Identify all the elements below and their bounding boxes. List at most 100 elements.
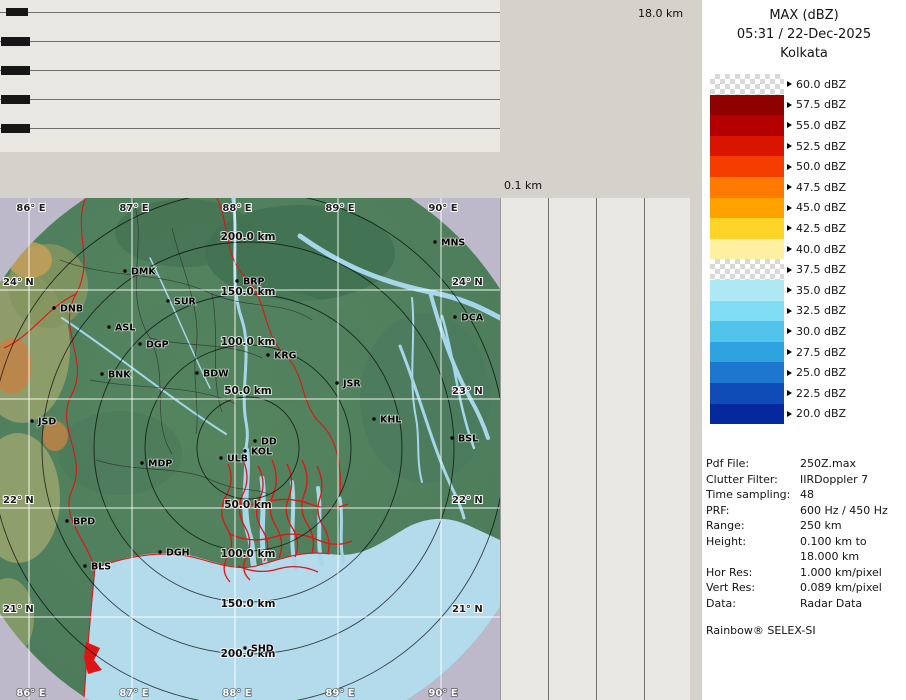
station-label: DMK	[131, 267, 156, 278]
software-credit: Rainbow® SELEX-SI	[706, 624, 816, 637]
range-ring-label: 100.0 km	[221, 336, 276, 348]
dbz-scale: 60.0 dBZ 57.5 dBZ 55.0 dBZ 52.5 dBZ 50.0 dBZ…	[710, 74, 846, 424]
station-dot	[253, 439, 256, 442]
dbz-swatch	[710, 115, 784, 136]
dbz-swatch	[710, 177, 784, 198]
radar-map: 86° E86° E87° E87° E88° E88° E89° E89° E…	[0, 198, 500, 700]
lat-label-right: 23° N	[452, 386, 483, 397]
station-label: KRG	[274, 351, 297, 362]
tick-arrow-icon	[787, 122, 792, 128]
height-grid-line	[0, 70, 500, 71]
metadata-value: 1.000 km/pixel	[800, 565, 882, 581]
tick-arrow-icon	[787, 102, 792, 108]
dbz-swatch	[710, 280, 784, 301]
station-label: DGH	[166, 548, 190, 559]
metadata-row: Vert Res:0.089 km/pixel	[706, 580, 904, 596]
scale-row: 50.0 dBZ	[710, 156, 846, 177]
metadata-row: Pdf File:250Z.max	[706, 456, 904, 472]
scale-row: 22.5 dBZ	[710, 383, 846, 404]
tick-arrow-icon	[787, 267, 792, 273]
dbz-label: 27.5 dBZ	[796, 346, 846, 359]
scale-row: 42.5 dBZ	[710, 218, 846, 239]
dbz-label: 52.5 dBZ	[796, 140, 846, 153]
map-area: 86° E86° E87° E87° E88° E88° E89° E89° E…	[0, 198, 500, 700]
station-dot	[166, 299, 169, 302]
scale-row: 57.5 dBZ	[710, 95, 846, 116]
scale-row: 27.5 dBZ	[710, 342, 846, 363]
station-label: DNB	[60, 304, 83, 315]
legend-panel: MAX (dBZ) 05:31 / 22-Dec-2025 Kolkata 60…	[702, 0, 906, 700]
station-dot	[30, 419, 33, 422]
timestamp: 05:31 / 22-Dec-2025	[702, 25, 906, 44]
tick-arrow-icon	[787, 184, 792, 190]
metadata-label: Data:	[706, 596, 800, 612]
dbz-swatch	[710, 321, 784, 342]
dbz-swatch	[710, 239, 784, 260]
dbz-swatch	[710, 136, 784, 157]
metadata-label: Clutter Filter:	[706, 472, 800, 488]
metadata-label: Range:	[706, 518, 800, 534]
metadata-label: Hor Res:	[706, 565, 800, 581]
station-dot	[83, 564, 86, 567]
station-label: SUR	[174, 297, 197, 308]
metadata-row: Range:250 km	[706, 518, 904, 534]
station-dot	[219, 456, 222, 459]
lon-label-top: 88° E	[222, 203, 251, 214]
metadata-value: 250Z.max	[800, 456, 856, 472]
dbz-label: 55.0 dBZ	[796, 119, 846, 132]
station-label: BPD	[73, 517, 95, 528]
vertical-projection-panel-top	[0, 0, 500, 152]
station-label: KHL	[380, 415, 401, 426]
tick-arrow-icon	[787, 143, 792, 149]
dbz-swatch	[710, 362, 784, 383]
dbz-swatch	[710, 404, 784, 425]
station-label: MNS	[441, 238, 465, 249]
tick-arrow-icon	[787, 308, 792, 314]
station-label: ASL	[115, 323, 135, 334]
height-grid-line	[0, 41, 500, 42]
station-dot	[140, 461, 143, 464]
scale-row: 35.0 dBZ	[710, 280, 846, 301]
scale-row: 25.0 dBZ	[710, 362, 846, 383]
tick-arrow-icon	[787, 225, 792, 231]
metadata-row: PRF:600 Hz / 450 Hz	[706, 503, 904, 519]
metadata-block: Pdf File:250Z.maxClutter Filter:IIRDoppl…	[706, 456, 904, 611]
dbz-label: 60.0 dBZ	[796, 78, 846, 91]
height-grid-line	[548, 198, 549, 700]
scale-row: 52.5 dBZ	[710, 136, 846, 157]
dbz-swatch	[710, 301, 784, 322]
station-label: BRP	[243, 277, 265, 288]
station-dot	[100, 372, 103, 375]
dbz-label: 22.5 dBZ	[796, 387, 846, 400]
station-label: MDP	[148, 459, 172, 470]
range-ring-label: 50.0 km	[224, 499, 272, 511]
scale-row: 32.5 dBZ	[710, 301, 846, 322]
station-dot	[107, 325, 110, 328]
dbz-label: 32.5 dBZ	[796, 304, 846, 317]
scale-row: 45.0 dBZ	[710, 198, 846, 219]
station-label: DCA	[461, 313, 484, 324]
product-title: MAX (dBZ)	[702, 6, 906, 25]
vertical-projection-panel-side	[500, 198, 690, 700]
dbz-label: 20.0 dBZ	[796, 407, 846, 420]
tick-arrow-icon	[787, 411, 792, 417]
height-grid-line	[596, 198, 597, 700]
height-axis-label-box	[6, 8, 28, 16]
station-dot	[158, 550, 161, 553]
range-ring-label: 150.0 km	[221, 286, 276, 298]
lat-label-left: 24° N	[3, 277, 34, 288]
height-grid-line	[0, 128, 500, 129]
station-dot	[372, 417, 375, 420]
terrain-layer	[0, 198, 500, 700]
radar-site: Kolkata	[702, 44, 906, 63]
metadata-label: PRF:	[706, 503, 800, 519]
lat-label-right: 21° N	[452, 604, 483, 615]
station-dot	[243, 449, 246, 452]
metadata-value: 600 Hz / 450 Hz	[800, 503, 888, 519]
dbz-swatch	[710, 198, 784, 219]
station-label: BDW	[203, 369, 229, 380]
metadata-row: Height:0.100 km to 18.000 km	[706, 534, 904, 565]
station-dot	[195, 371, 198, 374]
scale-row: 60.0 dBZ	[710, 74, 846, 95]
height-grid-line	[644, 198, 645, 700]
